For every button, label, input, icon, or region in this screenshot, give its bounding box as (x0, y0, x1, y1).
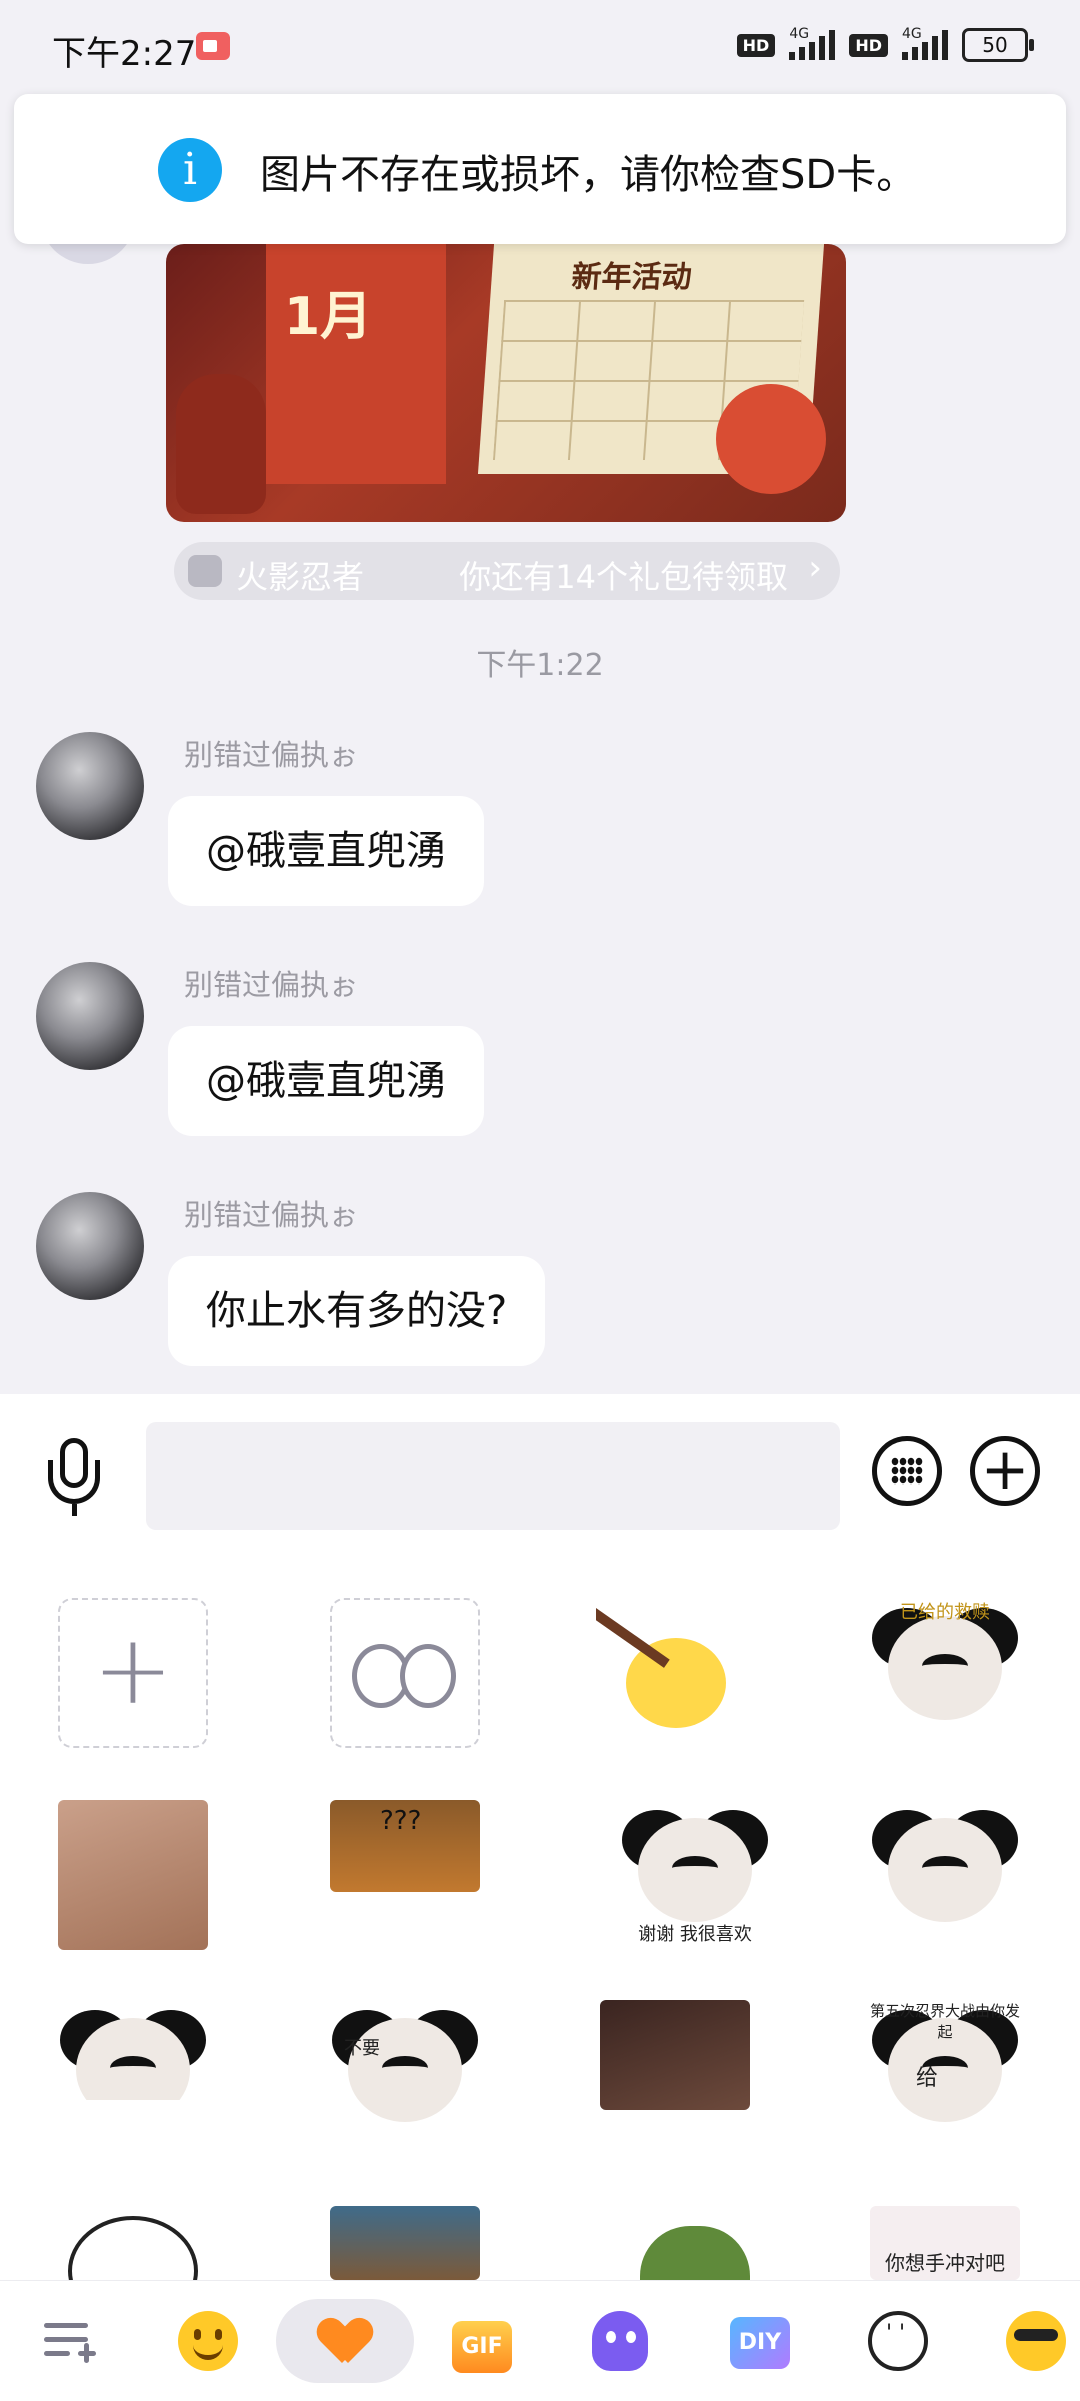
calendar-graphic: 1月 (266, 244, 446, 484)
sticker-chick-chopsticks[interactable] (596, 1598, 746, 1748)
battery-icon: 50 (962, 28, 1034, 62)
signal-icon: 4G (789, 26, 836, 60)
info-icon: i (158, 138, 222, 202)
more-plus-icon[interactable]: + (970, 1436, 1040, 1506)
game-gift-link[interactable]: 火影忍者 你还有14个礼包待领取 › (174, 542, 840, 600)
message-bubble[interactable]: @硪壹直兜湧 (168, 1026, 484, 1136)
screen-record-icon (196, 32, 230, 60)
sticker-scene[interactable]: ??? (330, 1800, 480, 1892)
network-type-2: 4G (902, 26, 922, 42)
board-title: 新年活动 (570, 260, 693, 295)
sticker-caption: 已给的救赎 (900, 1602, 990, 1623)
status-bar: 下午2:27 HD 4G HD 4G 50 (0, 0, 1080, 96)
sticker-caption: 给 (916, 2066, 939, 2091)
ghost-tab-icon[interactable] (592, 2311, 648, 2371)
status-indicators: HD 4G HD 4G 50 (736, 26, 1034, 62)
sticker-panda-no[interactable]: 不要 (330, 2000, 480, 2150)
gift-text: 你还有14个礼包待领取 (459, 558, 788, 596)
sticker-man-face[interactable] (58, 1800, 208, 1950)
sticker-manage-button[interactable] (330, 1598, 480, 1748)
sticker-caption: ??? (380, 1806, 422, 1836)
sticker-bears[interactable] (330, 2206, 480, 2280)
shared-game-image[interactable]: 1月 新年活动 (166, 244, 846, 522)
sticker-panda-blush[interactable] (870, 1800, 1020, 1950)
message-bubble[interactable]: 你止水有多的没? (168, 1256, 546, 1366)
diy-tab-icon[interactable]: DIY (730, 2317, 790, 2369)
toast-message: 图片不存在或损坏，请你检查SD卡。 (260, 152, 917, 198)
favorites-tab[interactable] (276, 2299, 414, 2383)
avatar[interactable] (36, 1192, 144, 1300)
sticker-panda-pair[interactable] (58, 2000, 208, 2100)
sticker-anime-girl[interactable]: 你想手冲对吧 (870, 2206, 1020, 2280)
sticker-caption: 第五次忍界大战由你发起 (870, 2002, 1020, 2041)
gif-tab-icon[interactable]: GIF (452, 2321, 512, 2373)
error-toast: i 图片不存在或损坏，请你检查SD卡。 (14, 94, 1066, 244)
input-bar: + (0, 1394, 1080, 1570)
hd-badge: HD (736, 33, 776, 57)
sticker-blob[interactable] (58, 2206, 208, 2280)
sticker-caption: 谢谢 我很喜欢 (638, 1924, 752, 1945)
face-sticker-tab-icon[interactable] (868, 2311, 928, 2371)
lion-mascot (716, 384, 826, 494)
sender-name: 别错过偏执ぉ (184, 1198, 359, 1232)
network-type: 4G (789, 26, 810, 42)
emoji-tab-icon[interactable] (178, 2311, 238, 2371)
message-timestamp: 下午1:22 (476, 648, 604, 683)
heart-icon (320, 2319, 370, 2365)
sticker-caption: 你想手冲对吧 (885, 2251, 1005, 2275)
chevron-right-icon: › (808, 548, 822, 588)
status-time: 下午2:27 (52, 34, 197, 74)
hd-badge-2: HD (849, 33, 888, 57)
vase-decoration (176, 374, 266, 514)
sticker-panel: + 已给的救赎 ??? 谢谢 我很喜欢 不要 第五次忍界大战由你发起 给 你想手… (0, 1570, 1080, 2280)
sender-name: 别错过偏执ぉ (184, 968, 359, 1002)
microphone-icon[interactable] (46, 1438, 104, 1518)
sticker-panda-give[interactable]: 第五次忍界大战由你发起 给 (870, 2000, 1020, 2150)
calendar-month: 1月 (284, 287, 373, 347)
game-icon (188, 555, 222, 587)
sticker-settings-icon[interactable] (40, 2311, 100, 2371)
avatar[interactable] (36, 732, 144, 840)
sticker-category-bar: GIF DIY (0, 2280, 1080, 2401)
keyboard-icon[interactable] (872, 1436, 942, 1506)
cool-face-tab-icon[interactable] (1006, 2311, 1066, 2371)
message-input[interactable] (146, 1422, 840, 1530)
avatar[interactable] (36, 962, 144, 1070)
sticker-frog[interactable] (640, 2226, 750, 2280)
sticker-panda-gift[interactable]: 已给的救赎 (870, 1598, 1020, 1748)
game-name: 火影忍者 (236, 558, 365, 596)
add-sticker-button[interactable]: + (58, 1598, 208, 1748)
sticker-anime-scene[interactable] (600, 2000, 750, 2110)
sender-name: 别错过偏执ぉ (184, 738, 359, 772)
signal-icon-2: 4G (902, 26, 948, 60)
sticker-panda-thanks[interactable]: 谢谢 我很喜欢 (620, 1800, 770, 1950)
message-bubble[interactable]: @硪壹直兜湧 (168, 796, 484, 906)
sticker-caption: 不要 (344, 2038, 380, 2059)
